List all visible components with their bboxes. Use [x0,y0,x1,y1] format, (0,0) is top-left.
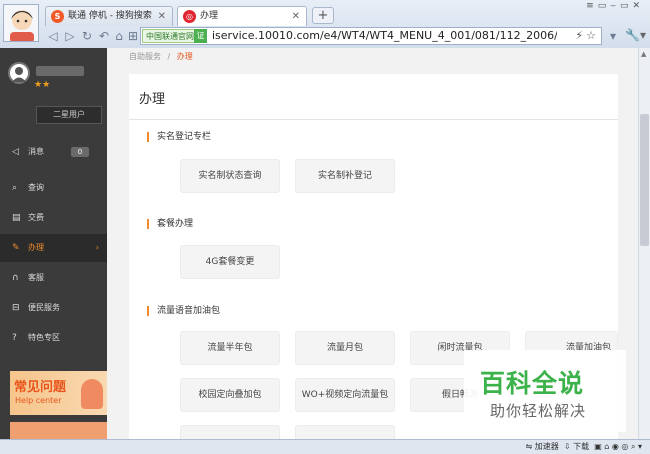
watermark-title: 百科全说 [480,369,585,398]
lock-icon: ⊟ [12,303,20,313]
sidebar-item-messages[interactable]: ◁ 消息 0 [0,138,107,166]
divider [129,119,618,120]
service-button[interactable]: 流量月包 [295,331,395,365]
sidebar-item-label: 便民服务 [28,303,60,312]
chevron-right-icon: › [95,243,99,252]
help-center-banner[interactable]: 常见问题 Help center [10,371,107,415]
download-icon[interactable]: ⇩ [564,442,571,451]
sidebar-item-query[interactable]: ⌕ 查询 [0,174,107,202]
sogou-icon: S [51,10,64,23]
address-bar[interactable]: 中国联通官网 证 iservice.10010.com/e4/WT4/WT4_M… [140,27,602,45]
accelerator-label[interactable]: 加速器 [535,442,559,451]
scroll-thumb[interactable] [640,114,649,246]
sidebar-item-label: 特色专区 [28,333,60,342]
unicom-icon: ◎ [183,10,196,23]
tab-handle[interactable]: ◎ 办理 ✕ [177,6,307,26]
window-controls[interactable]: ≡▭‒▭✕ [586,1,644,13]
undo-icon[interactable]: ↶ [96,28,112,44]
sidebar-item-payment[interactable]: ▤ 交费 [0,204,107,232]
speaker-icon: ◁ [12,147,19,157]
browser-chrome: S 联通 停机 - 搜狗搜索 ✕ ◎ 办理 ✕ + ≡▭‒▭✕ ◁ ▷ ↻ ↶ … [0,0,650,48]
watermark-subtitle: 助你轻松解决 [490,402,587,420]
star-icon[interactable]: ⚡☆ [575,28,599,44]
sidebar-item-featured[interactable]: ? 特色专区 [0,324,107,352]
avatar-icon [10,10,34,41]
tab-label: 办理 [200,11,219,21]
url-text[interactable]: iservice.10010.com/e4/WT4/WT4_MENU_4_001… [212,28,557,44]
download-label[interactable]: 下载 [573,442,589,451]
chevron-up-icon[interactable]: ▲ [641,50,646,58]
sidebar-item-label: 查询 [28,183,44,192]
status-tools: ⇋ 加速器 ⇩ 下载 ▣ ⌂ ◉ ◎ ⌕ ▾ [526,440,643,454]
service-button[interactable]: 实名制状态查询 [180,159,280,193]
section-title: 流量语音加油包 [147,306,220,316]
wrench-icon[interactable]: 🔧▾ [625,28,646,42]
section-title: 实名登记专栏 [147,132,211,142]
search-icon: ⌕ [12,183,18,193]
page-title: 办理 [139,92,166,107]
banner-title: 常见问题 [14,380,67,395]
sidebar-item-label: 办理 [28,243,44,252]
grid-icon[interactable]: ⊞ [125,28,141,44]
headset-icon: ∩ [12,273,19,283]
user-level-button[interactable]: 二星用户 [36,106,102,124]
watermark-overlay: 百科全说 助你轻松解决 [464,350,626,432]
tab-label: 联通 停机 - 搜狗搜索 [68,11,152,21]
sidebar-item-customer-service[interactable]: ∩ 客服 [0,264,107,292]
avatar[interactable] [8,62,30,84]
chevron-down-icon[interactable]: ▾ [605,28,621,44]
tab-sogou-search[interactable]: S 联通 停机 - 搜狗搜索 ✕ [45,6,173,26]
browser-profile-avatar[interactable] [3,4,39,42]
user-name-blurred [36,66,84,76]
sidebar-item-apply[interactable]: ✎ 办理 › [0,234,107,262]
service-button[interactable] [180,425,280,439]
message-count-badge: 0 [71,147,89,157]
scrollbar[interactable]: ▲ [638,48,650,439]
close-icon[interactable]: ✕ [292,7,300,26]
promo-banner[interactable] [10,422,107,439]
breadcrumb-current: 办理 [176,52,193,61]
site-badge: 中国联通官网 [142,29,198,43]
service-button[interactable]: 4G套餐变更 [180,245,280,279]
service-button[interactable]: WO+视频定向流量包 [295,378,395,412]
sidebar-item-convenience[interactable]: ⊟ 便民服务 [0,294,107,322]
refresh-icon[interactable]: ↻ [79,28,95,44]
close-icon[interactable]: ✕ [158,7,166,26]
service-button[interactable] [295,425,395,439]
toolbar-icons[interactable]: ▣ ⌂ ◉ ◎ ⌕ ▾ [594,442,642,451]
breadcrumb: 自助服务 / 办理 [129,51,193,62]
breadcrumb-separator: / [167,52,171,61]
pen-icon: ✎ [12,243,20,253]
sidebar-item-label: 交费 [28,213,44,222]
sidebar: ★★ 二星用户 ◁ 消息 0 ⌕ 查询 ▤ 交费 ✎ 办理 › ∩ 客服 ⊟ 便… [0,48,107,439]
service-button[interactable]: 校园定向叠加包 [180,378,280,412]
back-icon[interactable]: ◁ [45,28,61,44]
question-icon: ? [12,333,17,343]
breadcrumb-parent[interactable]: 自助服务 [129,52,161,61]
bill-icon: ▤ [12,213,21,223]
mascot-icon [81,379,103,409]
sidebar-item-label: 客服 [28,273,44,282]
service-button[interactable]: 实名制补登记 [295,159,395,193]
forward-icon[interactable]: ▷ [62,28,78,44]
section-title: 套餐办理 [147,219,193,229]
sidebar-item-label: 消息 [28,147,44,156]
new-tab-button[interactable]: + [312,7,334,24]
star-icon: ★★ [34,80,51,90]
navigation-bar: ◁ ▷ ↻ ↶ ⌂ ⊞ 中国联通官网 证 iservice.10010.com/… [45,26,650,46]
accelerator-icon[interactable]: ⇋ [526,442,533,451]
shield-icon: 证 [194,29,207,43]
service-button[interactable]: 流量半年包 [180,331,280,365]
status-bar: ⇋ 加速器 ⇩ 下载 ▣ ⌂ ◉ ◎ ⌕ ▾ [0,439,650,454]
banner-subtitle: Help center [15,396,62,405]
user-icon [12,67,26,82]
